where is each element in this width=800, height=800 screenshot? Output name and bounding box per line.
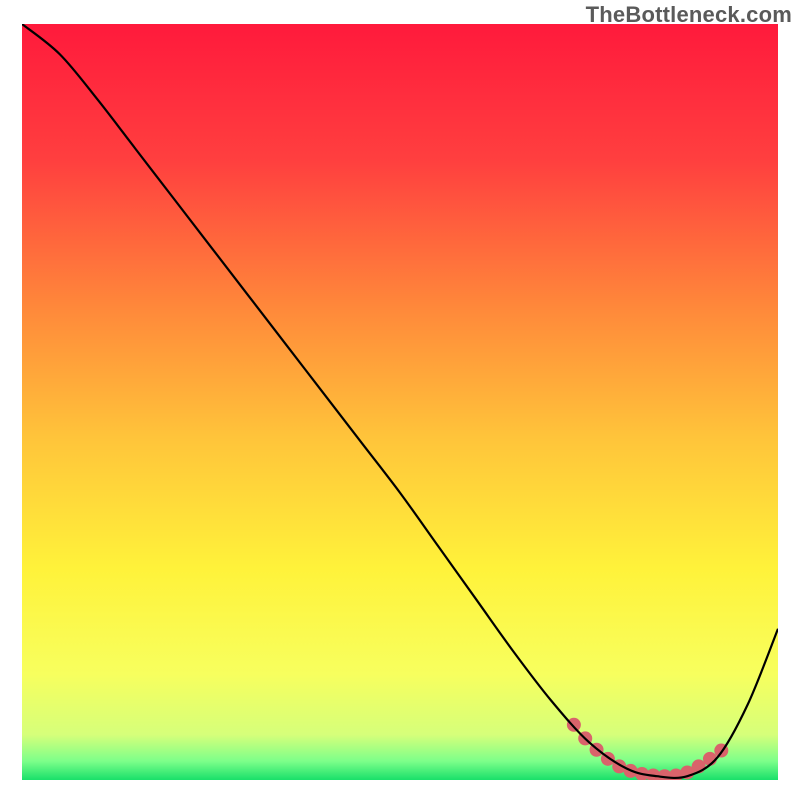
gradient-background xyxy=(22,24,778,780)
chart-container: TheBottleneck.com xyxy=(0,0,800,800)
watermark-text: TheBottleneck.com xyxy=(586,2,792,28)
chart-svg xyxy=(22,24,778,780)
plot-area xyxy=(22,24,778,780)
